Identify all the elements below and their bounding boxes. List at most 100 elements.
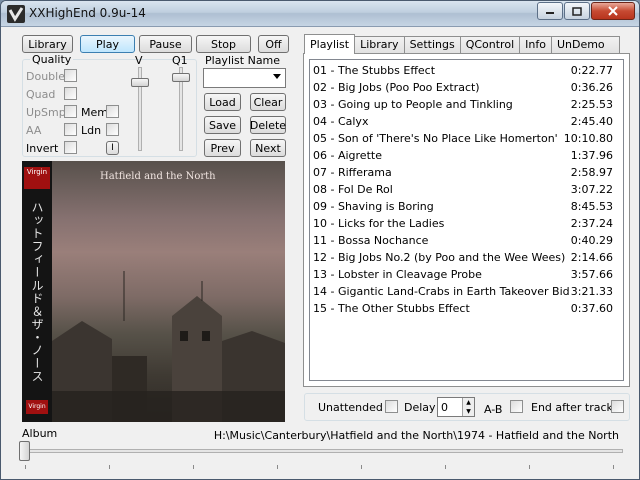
album-spine: Virgin ハットフィールド＆ザ・ノース Virgin — [22, 161, 52, 422]
library-button[interactable]: Library — [22, 35, 73, 53]
end-after-track-checkbox[interactable] — [611, 400, 624, 413]
track-row[interactable]: 11 - Bossa Nochance 0:40.29 — [313, 233, 621, 250]
quad-checkbox[interactable] — [64, 87, 77, 100]
cover-houses-image — [52, 271, 285, 422]
prev-button[interactable]: Prev — [204, 139, 241, 157]
i-button[interactable]: I — [106, 141, 119, 155]
label-logo-small: Virgin — [26, 400, 48, 414]
track-row[interactable]: 03 - Going up to People and Tinkling 2:25… — [313, 97, 621, 114]
minimize-icon — [546, 12, 554, 14]
track-duration: 2:37.24 — [570, 217, 613, 230]
japanese-title: ハットフィールド＆ザ・ノース — [30, 201, 44, 383]
delay-label: Delay — [404, 401, 436, 414]
track-title: 05 - Son of 'There's No Place Like Homer… — [313, 132, 558, 145]
invert-checkbox[interactable] — [64, 141, 77, 154]
q1-slider-label: Q1 — [172, 54, 188, 67]
track-row[interactable]: 06 - Aigrette 1:37.96 — [313, 148, 621, 165]
tab-undemo[interactable]: UnDemo — [550, 36, 620, 54]
spin-up-icon[interactable]: ▲ — [462, 398, 474, 407]
track-duration: 2:58.97 — [570, 166, 613, 179]
track-title: 09 - Shaving is Boring — [313, 200, 434, 213]
title-bar[interactable]: XXHighEnd 0.9u-14 — [1, 1, 639, 27]
tab-info[interactable]: Info — [519, 36, 552, 54]
off-button[interactable]: Off — [258, 35, 289, 53]
double-label: Double — [26, 70, 65, 83]
slider-tick — [361, 465, 362, 469]
delay-spinner[interactable]: 0 ▲ ▼ — [437, 397, 475, 417]
unattended-label: Unattended — [318, 401, 383, 414]
track-row[interactable]: 14 - Gigantic Land-Crabs in Earth Takeov… — [313, 284, 621, 301]
track-row[interactable]: 15 - The Other Stubbs Effect 0:37.60 — [313, 301, 621, 318]
slider-tick — [193, 465, 194, 469]
track-row[interactable]: 10 - Licks for the Ladies 2:37.24 — [313, 216, 621, 233]
track-duration: 0:40.29 — [570, 234, 613, 247]
track-title: 15 - The Other Stubbs Effect — [313, 302, 470, 315]
ldn-label: Ldn — [81, 124, 102, 137]
mem-label: Mem — [81, 106, 108, 119]
track-duration: 2:45.40 — [570, 115, 613, 128]
clear-button[interactable]: Clear — [250, 93, 286, 111]
track-duration: 1:37.96 — [570, 149, 613, 162]
mem-checkbox[interactable] — [106, 105, 119, 118]
track-row[interactable]: 09 - Shaving is Boring 8:45.53 — [313, 199, 621, 216]
track-duration: 3:21.33 — [570, 285, 613, 298]
slider-tick — [277, 465, 278, 469]
next-button[interactable]: Next — [250, 139, 286, 157]
track-title: 03 - Going up to People and Tinkling — [313, 98, 513, 111]
track-title: 04 - Calyx — [313, 115, 369, 128]
track-duration: 3:07.22 — [570, 183, 613, 196]
upsmp-checkbox[interactable] — [64, 105, 77, 118]
aa-checkbox[interactable] — [64, 123, 77, 136]
unattended-checkbox[interactable] — [385, 400, 398, 413]
ab-checkbox[interactable] — [510, 400, 523, 413]
track-row[interactable]: 12 - Big Jobs No.2 (by Poo and the Wee W… — [313, 250, 621, 267]
tab-library[interactable]: Library — [354, 36, 405, 54]
track-list[interactable]: 01 - The Stubbs Effect 0:22.77 02 - Big Jo… — [309, 59, 624, 381]
track-row[interactable]: 01 - The Stubbs Effect 0:22.77 — [313, 63, 621, 80]
load-button[interactable]: Load — [204, 93, 241, 111]
tab-qcontrol[interactable]: QControl — [459, 36, 521, 54]
close-button[interactable] — [591, 2, 635, 20]
q1-slider-thumb[interactable] — [172, 73, 190, 82]
position-slider-track[interactable] — [19, 449, 623, 453]
track-title: 08 - Fol De Rol — [313, 183, 393, 196]
track-title: 06 - Aigrette — [313, 149, 382, 162]
cover-title: Hatfield and the North — [100, 171, 216, 182]
slider-tick — [109, 465, 110, 469]
minimize-button[interactable] — [537, 2, 563, 20]
stop-button[interactable]: Stop — [196, 35, 251, 53]
playlist-tab-panel: 01 - The Stubbs Effect 0:22.77 02 - Big Jo… — [303, 53, 630, 387]
track-title: 02 - Big Jobs (Poo Poo Extract) — [313, 81, 480, 94]
track-row[interactable]: 08 - Fol De Rol 3:07.22 — [313, 182, 621, 199]
playlist-name-combo[interactable] — [203, 68, 286, 88]
end-after-track-label: End after track — [531, 401, 613, 414]
track-row[interactable]: 02 - Big Jobs (Poo Poo Extract) 0:36.26 — [313, 80, 621, 97]
tab-settings[interactable]: Settings — [403, 36, 461, 54]
track-row[interactable]: 07 - Rifferama 2:58.97 — [313, 165, 621, 182]
track-row[interactable]: 13 - Lobster in Cleavage Probe 3:57.66 — [313, 267, 621, 284]
play-button[interactable]: Play — [80, 35, 135, 53]
aa-label: AA — [26, 124, 42, 137]
track-title: 12 - Big Jobs No.2 (by Poo and the Wee W… — [313, 251, 566, 264]
spin-down-icon[interactable]: ▼ — [462, 407, 474, 416]
track-duration: 10:10.80 — [563, 132, 613, 145]
delete-button[interactable]: Delete — [250, 116, 286, 134]
maximize-button[interactable] — [564, 2, 590, 20]
track-row[interactable]: 04 - Calyx 2:45.40 — [313, 114, 621, 131]
app-window: XXHighEnd 0.9u-14 Library Play Pause Sto… — [0, 0, 640, 480]
track-row[interactable]: 05 - Son of 'There's No Place Like Homer… — [313, 131, 621, 148]
slider-tick — [445, 465, 446, 469]
track-duration: 8:45.53 — [570, 200, 613, 213]
pause-button[interactable]: Pause — [139, 35, 192, 53]
ldn-checkbox[interactable] — [106, 123, 119, 136]
app-logo-icon — [7, 5, 25, 23]
maximize-icon — [572, 6, 582, 16]
save-button[interactable]: Save — [204, 116, 241, 134]
tab-playlist[interactable]: Playlist — [304, 34, 356, 54]
tab-strip: Playlist Library Settings QControl Info … — [304, 34, 620, 54]
position-slider-thumb[interactable] — [19, 441, 30, 461]
v-slider-thumb[interactable] — [131, 78, 149, 88]
slider-tick — [25, 465, 26, 469]
double-checkbox[interactable] — [64, 69, 77, 82]
chevron-down-icon[interactable] — [273, 74, 281, 79]
